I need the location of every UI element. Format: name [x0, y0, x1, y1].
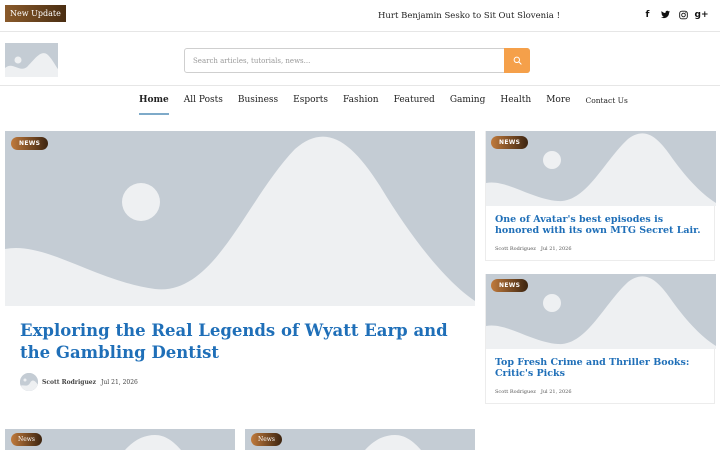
- featured-image[interactable]: [5, 131, 475, 306]
- search-input[interactable]: [185, 49, 505, 72]
- nav-item-contact-us[interactable]: Contact Us: [585, 96, 627, 105]
- google-plus-icon[interactable]: g+: [695, 9, 709, 20]
- side-article-meta: Scott Rodriguez Jul 21, 2026: [495, 389, 572, 395]
- site-logo[interactable]: [5, 43, 58, 77]
- post-date: Jul 21, 2026: [540, 389, 572, 395]
- featured-title[interactable]: Exploring the Real Legends of Wyatt Earp…: [20, 320, 460, 364]
- social-links: f g+: [643, 9, 709, 20]
- category-badge[interactable]: NEWS: [11, 137, 49, 150]
- search-bar: [184, 48, 530, 73]
- news-ticker[interactable]: Hurt Benjamin Sesko to Sit Out Slovenia …: [378, 11, 560, 21]
- author-name[interactable]: Scott Rodriguez: [42, 379, 96, 386]
- nav-item-all-posts[interactable]: All Posts: [184, 95, 223, 105]
- nav-item-more[interactable]: More: [546, 95, 570, 105]
- side-article-2[interactable]: NEWS: [485, 274, 716, 404]
- category-badge[interactable]: News: [11, 433, 43, 446]
- featured-meta: Scott Rodriguez Jul 21, 2026: [20, 373, 138, 391]
- side-article-title[interactable]: One of Avatar's best episodes is honored…: [495, 214, 710, 236]
- nav-item-health[interactable]: Health: [500, 95, 531, 105]
- new-update-badge[interactable]: New Update: [5, 5, 66, 22]
- main-nav: Home All Posts Business Esports Fashion …: [139, 95, 643, 115]
- nav-item-esports[interactable]: Esports: [293, 95, 328, 105]
- post-date: Jul 21, 2026: [540, 246, 572, 252]
- category-badge[interactable]: NEWS: [491, 136, 529, 149]
- twitter-icon[interactable]: [661, 9, 670, 20]
- search-icon: [513, 56, 522, 65]
- site-header: [0, 33, 720, 86]
- author-avatar[interactable]: [20, 373, 38, 391]
- nav-item-fashion[interactable]: Fashion: [343, 95, 379, 105]
- post-date: Jul 21, 2026: [101, 378, 138, 386]
- author-name[interactable]: Scott Rodriguez: [495, 389, 536, 395]
- side-article-meta: Scott Rodriguez Jul 21, 2026: [495, 246, 572, 252]
- logo-placeholder-image: [5, 43, 58, 77]
- facebook-icon[interactable]: f: [643, 9, 652, 20]
- search-button[interactable]: [504, 48, 530, 73]
- nav-item-home[interactable]: Home: [139, 95, 169, 115]
- author-name[interactable]: Scott Rodriguez: [495, 246, 536, 252]
- side-article-1[interactable]: NEWS: [485, 131, 716, 261]
- category-badge[interactable]: News: [251, 433, 283, 446]
- side-article-title[interactable]: Top Fresh Crime and Thriller Books: Crit…: [495, 357, 710, 379]
- instagram-icon[interactable]: [679, 9, 688, 20]
- nav-item-gaming[interactable]: Gaming: [450, 95, 486, 105]
- nav-item-business[interactable]: Business: [238, 95, 278, 105]
- category-badge[interactable]: NEWS: [491, 279, 529, 292]
- top-bar: New Update Hurt Benjamin Sesko to Sit Ou…: [0, 0, 720, 32]
- bottom-article-2[interactable]: News: [245, 429, 475, 450]
- bottom-article-1[interactable]: News: [5, 429, 235, 450]
- nav-item-featured[interactable]: Featured: [394, 95, 435, 105]
